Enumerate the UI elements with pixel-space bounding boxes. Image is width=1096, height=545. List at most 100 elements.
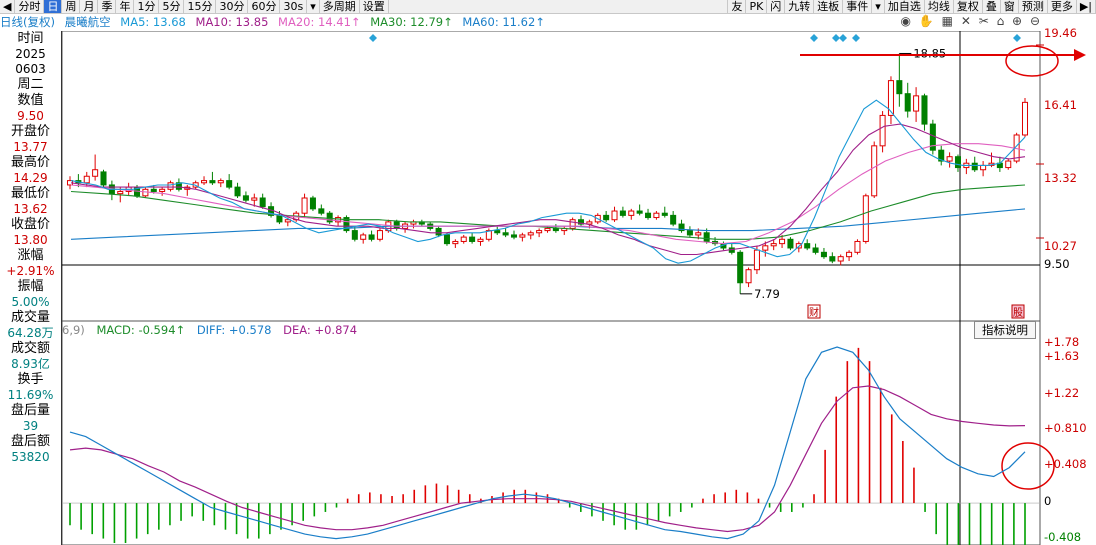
candle-body [829,256,836,262]
period-tab-14[interactable]: 多周期 [320,0,360,13]
candle-body [804,243,811,249]
ma-legend-bar: 日线(复权) 晨曦航空 MA5: 13.68 MA10: 13.85 MA20:… [0,14,1040,31]
data-value-11: 13.62 [13,202,48,216]
zoom-out-icon[interactable]: ⊖ [1030,14,1040,28]
data-label-12: 收盘价 [10,217,50,232]
price-tick-1: 16.41 [1044,98,1077,112]
candle-body [837,256,844,262]
candle-body [1021,101,1029,136]
candle-body [980,164,987,171]
macd-tick-1: +1.63 [1044,349,1080,363]
toolbar-action-9[interactable]: 复权 [954,0,983,13]
period-tab-5[interactable]: 季 [98,0,117,13]
hand-icon[interactable]: ✋ [919,14,934,28]
lock-icon[interactable]: ⌂ [997,14,1005,28]
candle-body [502,232,509,236]
toolbar-action-1[interactable]: PK [746,0,768,13]
period-tab-11[interactable]: 60分 [248,0,281,13]
period-tab-7[interactable]: 1分 [134,0,160,13]
period-tab-10[interactable]: 30分 [216,0,249,13]
period-tab-9[interactable]: 15分 [184,0,217,13]
ma60-label: MA60: 11.62↑ [462,15,545,29]
toolbar-action-8[interactable]: 均线 [925,0,954,13]
chart-canvas[interactable]: 18.85 7.79 财 股 [0,31,1096,545]
candle-body [703,232,710,242]
period-tab-13[interactable]: ▾ [307,0,320,13]
candle-body [670,214,677,225]
data-label-10: 最低价 [10,186,50,201]
candle-body [276,214,283,223]
toolbar-action-6[interactable]: ▾ [872,0,885,13]
toolbar-action-10[interactable]: 叠 [983,0,1001,13]
price-tick-2: 13.32 [1044,171,1077,185]
toolbar-action-14[interactable]: ▶| [1077,0,1096,13]
data-label-26: 盘后额 [10,434,50,449]
eye-icon[interactable]: ◉ [901,14,911,28]
ma20-label: MA20: 14.41↑ [278,15,361,29]
data-label-0: 时间 [17,31,44,46]
ma60-line [70,208,1026,240]
period-tab-8[interactable]: 5分 [159,0,185,13]
candle-body [779,238,786,245]
candle-body [812,247,819,253]
cross-icon[interactable]: ✕ [961,14,971,28]
toolbar-action-12[interactable]: 预测 [1019,0,1048,13]
candle-body [309,197,316,210]
ma30-label: MA30: 12.79↑ [370,15,453,29]
candle-body [234,186,241,197]
toolbar-spacer [389,0,729,13]
candle-body [209,180,216,184]
data-value-21: 8.93亿 [11,357,50,371]
period-tab-1[interactable]: 分时 [15,0,45,13]
data-label-16: 振幅 [17,279,44,294]
toolbar-action-4[interactable]: 连板 [814,0,844,13]
toolbar-action-3[interactable]: 九转 [785,0,815,13]
candle-body [360,234,367,240]
candle-body [695,232,702,236]
data-value-9: 14.29 [13,171,48,185]
price-tick-4: 9.50 [1044,257,1070,271]
data-window-panel: 时间 2025 0603 周二 数值 9.50 开盘价 13.77 最高价 14.29 最低价 13.… [0,31,62,545]
candle-body [494,230,501,234]
candle-body [259,197,266,208]
scissors-icon[interactable]: ✂ [979,14,989,28]
candle-body [510,234,518,238]
toolbar-action-13[interactable]: 更多 [1048,0,1077,13]
candle-body [226,180,233,188]
badge-right: 股 [1013,307,1023,319]
period-tab-6[interactable]: 年 [116,0,135,13]
grid-icon[interactable]: ▦ [942,14,953,28]
macd-tick-0: +1.78 [1044,335,1080,349]
period-tab-4[interactable]: 月 [80,0,99,13]
period-tab-3[interactable]: 周 [62,0,81,13]
zoom-in-icon[interactable]: ⊕ [1012,14,1022,28]
candle-body [904,93,911,112]
candle-body [619,210,626,216]
price-axis: 19.46 16.41 13.32 10.27 9.50 +1.78 +1.63 +1.22 +… [1040,26,1096,545]
period-tab-2[interactable]: 日 [44,0,63,13]
candle-body [820,251,827,258]
macd-tick-3: +0.810 [1044,421,1087,435]
candle-body [661,212,668,216]
candle-body [611,210,618,221]
toolbar-action-0[interactable]: 友 [728,0,747,13]
diff-value: DIFF: +0.578 [196,323,272,337]
chart-tool-icons: ◉ ✋ ▦ ✕ ✂ ⌂ ⊕ ⊖ [897,14,1040,31]
candle-body [242,195,249,201]
period-tab-0[interactable]: ◀ [0,0,16,13]
toolbar-action-2[interactable]: 闪 [767,0,786,13]
data-value-27: 53820 [11,450,50,464]
toolbar-action-7[interactable]: 加自选 [885,0,925,13]
macd-tick-2: +1.22 [1044,386,1080,400]
candle-body [519,234,526,238]
candle-body [83,175,90,184]
event-diamond-2 [832,34,840,42]
period-tab-15[interactable]: 设置 [360,0,389,13]
toolbar-action-11[interactable]: 窗 [1001,0,1019,13]
toolbar-action-5[interactable]: 事件 [843,0,873,13]
data-value-19: 64.28万 [7,326,54,340]
indicator-help-button[interactable]: 指标说明 [974,321,1036,339]
period-tab-12[interactable]: 30s [280,0,308,13]
chart-mode-title[interactable]: 日线(复权) [0,15,55,29]
candle-body [318,208,325,214]
